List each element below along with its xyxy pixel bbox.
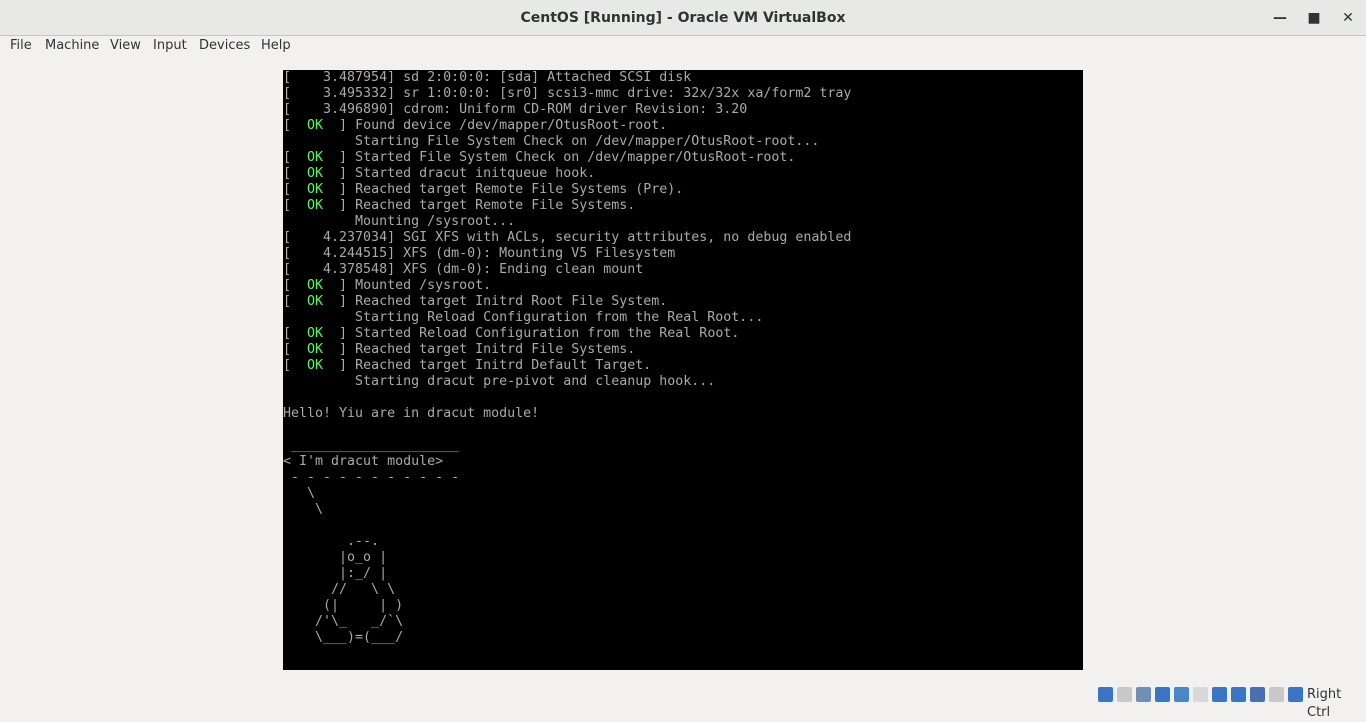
- ok-status: OK: [307, 342, 324, 357]
- console-line: // \ \: [283, 582, 396, 597]
- console-line: [ 3.495332] sr 1:0:0:0: [sr0] scsi3-mmc …: [283, 86, 852, 101]
- console-line: |o_o |: [283, 550, 388, 565]
- console-text: Reached target Initrd File Systems.: [355, 342, 636, 357]
- mouse-integration-icon[interactable]: [1269, 687, 1284, 702]
- console-line: Hello! Yiu are in dracut module!: [283, 406, 540, 421]
- menu-input[interactable]: Input: [151, 36, 189, 56]
- host-key-label: Right Ctrl: [1307, 687, 1342, 720]
- console-line: [ OK ] Reached target Initrd File System…: [283, 342, 636, 357]
- window-title: CentOS [Running] - Oracle VM VirtualBox: [520, 10, 846, 26]
- console-text: Reached target Remote File Systems.: [355, 198, 636, 213]
- audio-icon[interactable]: [1136, 687, 1151, 702]
- console-line: [ 4.237034] SGI XFS with ACLs, security …: [283, 230, 852, 245]
- maximize-icon[interactable]: ■: [1301, 5, 1327, 31]
- console-line: [ 4.378548] XFS (dm-0): Ending clean mou…: [283, 262, 644, 277]
- menu-machine[interactable]: Machine: [43, 36, 101, 56]
- console-text: Found device /dev/mapper/OtusRoot-root.: [355, 118, 668, 133]
- ok-status: OK: [307, 198, 324, 213]
- menu-file[interactable]: File: [8, 36, 34, 56]
- console-text: Reached target Initrd Root File System.: [355, 294, 668, 309]
- console-text: Mounted /sysroot.: [355, 278, 492, 293]
- console-line: .--.: [283, 534, 380, 549]
- console-line: \___)=(___/: [283, 630, 404, 645]
- console-text: Reached target Remote File Systems (Pre)…: [355, 182, 684, 197]
- console-line: \: [283, 502, 324, 517]
- console-line: /'\_ _/`\: [283, 614, 404, 629]
- network-icon[interactable]: [1155, 687, 1170, 702]
- console-line: Starting File System Check on /dev/mappe…: [283, 134, 820, 149]
- ok-status: OK: [307, 150, 324, 165]
- menu-bar: File Machine View Input Devices Help: [0, 36, 1366, 56]
- console-line: [ OK ] Reached target Initrd Root File S…: [283, 294, 668, 309]
- console-line: [ 4.244515] XFS (dm-0): Mounting V5 File…: [283, 246, 676, 261]
- ok-status: OK: [307, 118, 324, 133]
- console-line: [ OK ] Reached target Initrd Default Tar…: [283, 358, 652, 373]
- minimize-icon[interactable]: —: [1267, 5, 1293, 31]
- console-line: [ OK ] Reached target Remote File System…: [283, 182, 684, 197]
- console-line: [ OK ] Started dracut initqueue hook.: [283, 166, 596, 181]
- ok-status: OK: [307, 358, 324, 373]
- menu-view[interactable]: View: [108, 36, 143, 56]
- status-bar: Right Ctrl: [0, 684, 1366, 720]
- optical-drive-icon[interactable]: [1117, 687, 1132, 702]
- console-line: Starting dracut pre-pivot and cleanup ho…: [283, 374, 716, 389]
- shared-folders-icon[interactable]: [1193, 687, 1208, 702]
- ok-status: OK: [307, 294, 324, 309]
- console-line: _____________________: [283, 438, 460, 453]
- ok-status: OK: [307, 278, 324, 293]
- console-line: (| | ): [283, 598, 404, 613]
- console-line: [ 3.487954] sd 2:0:0:0: [sda] Attached S…: [283, 70, 692, 85]
- console-text: Started dracut initqueue hook.: [355, 166, 596, 181]
- console-line: [ OK ] Mounted /sysroot.: [283, 278, 492, 293]
- vm-display[interactable]: [ 3.487954] sd 2:0:0:0: [sda] Attached S…: [283, 70, 1083, 670]
- hard-disk-icon[interactable]: [1098, 687, 1113, 702]
- console-text: Started File System Check on /dev/mapper…: [355, 150, 796, 165]
- video-capture-icon[interactable]: [1231, 687, 1246, 702]
- console-line: Starting Reload Configuration from the R…: [283, 310, 764, 325]
- console-line: [ 3.496890] cdrom: Uniform CD-ROM driver…: [283, 102, 748, 117]
- display-icon[interactable]: [1212, 687, 1227, 702]
- ok-status: OK: [307, 326, 324, 341]
- console-line: - - - - - - - - - - -: [283, 470, 460, 485]
- title-bar: CentOS [Running] - Oracle VM VirtualBox …: [0, 0, 1366, 36]
- console-text: Started Reload Configuration from the Re…: [355, 326, 740, 341]
- ok-status: OK: [307, 182, 324, 197]
- console-line: [ OK ] Found device /dev/mapper/OtusRoot…: [283, 118, 668, 133]
- console-line: Mounting /sysroot...: [283, 214, 516, 229]
- console-line: < I'm dracut module>: [283, 454, 444, 469]
- ok-status: OK: [307, 166, 324, 181]
- console-text: Reached target Initrd Default Target.: [355, 358, 652, 373]
- console-line: \: [283, 486, 316, 501]
- close-icon[interactable]: ✕: [1335, 5, 1361, 31]
- virtualization-icon[interactable]: [1250, 687, 1265, 702]
- console-line: |:_/ |: [283, 566, 388, 581]
- boot-console: [ 3.487954] sd 2:0:0:0: [sda] Attached S…: [283, 70, 1083, 646]
- console-line: [ OK ] Started File System Check on /dev…: [283, 150, 796, 165]
- keyboard-capture-icon[interactable]: [1288, 687, 1303, 702]
- console-line: [ OK ] Started Reload Configuration from…: [283, 326, 740, 341]
- console-line: [ OK ] Reached target Remote File System…: [283, 198, 636, 213]
- menu-help[interactable]: Help: [259, 36, 293, 56]
- menu-devices[interactable]: Devices: [197, 36, 252, 56]
- usb-icon[interactable]: [1174, 687, 1189, 702]
